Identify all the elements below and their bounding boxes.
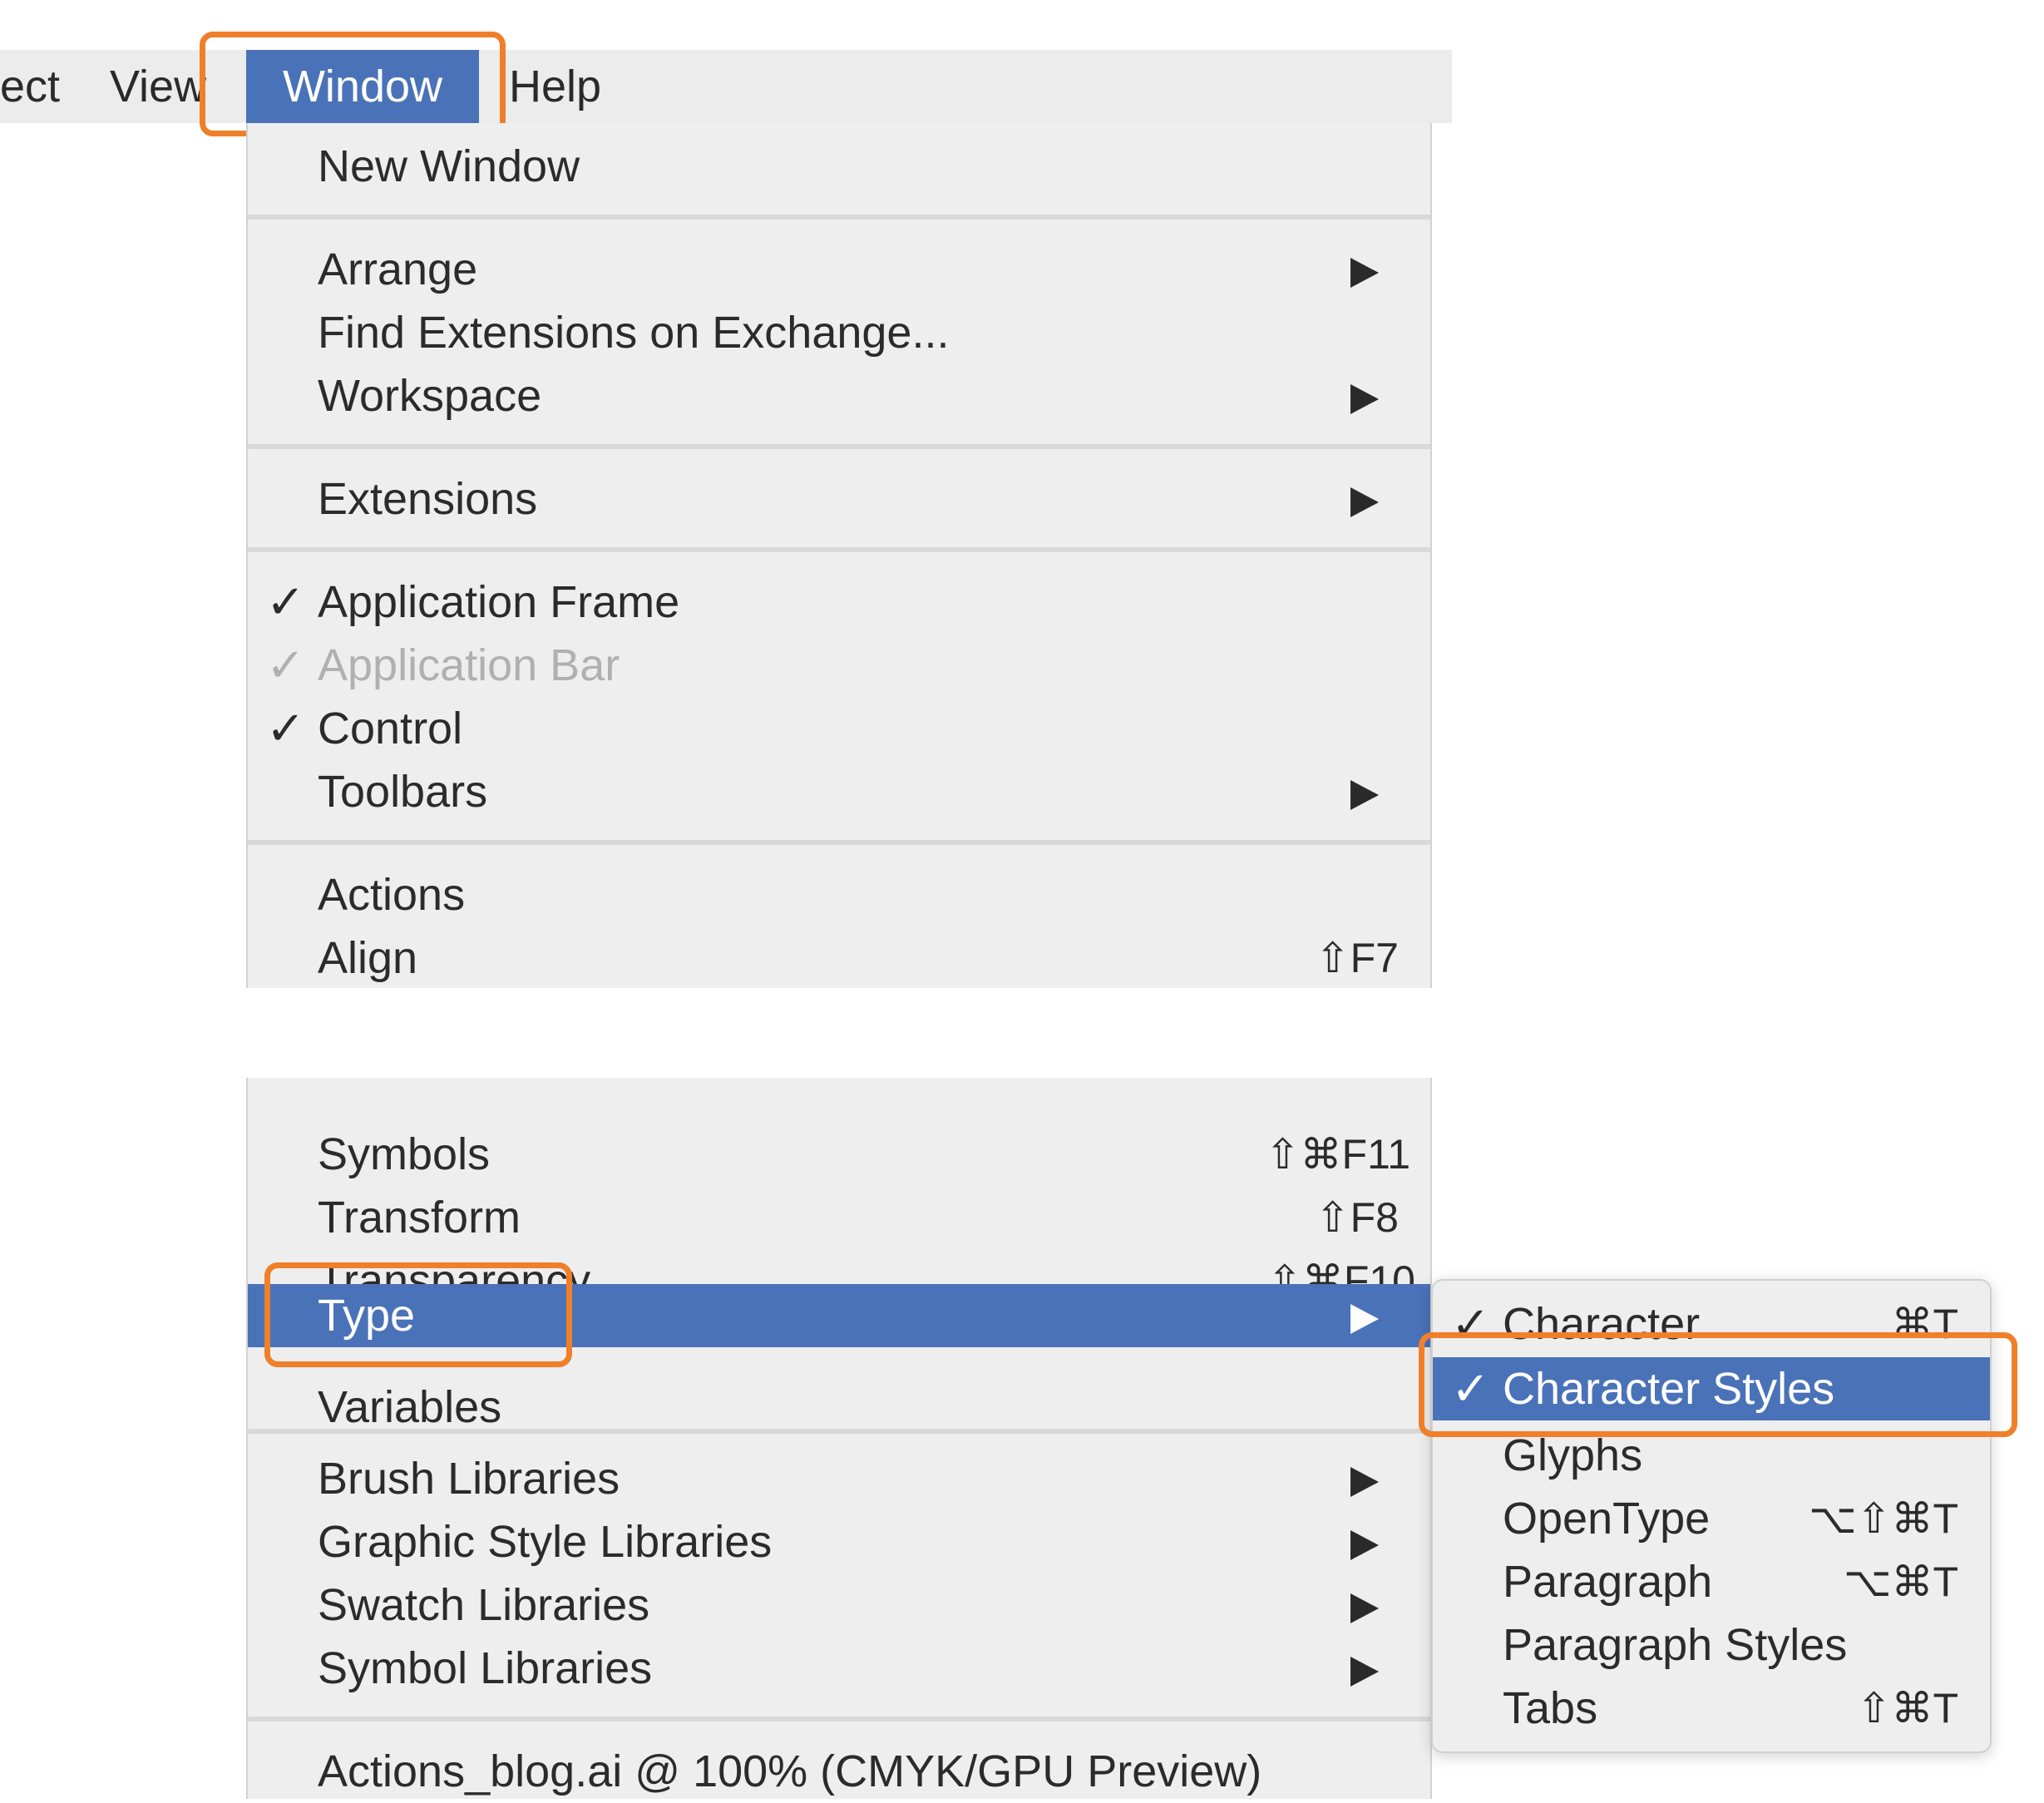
submenu-arrow-icon bbox=[1350, 1593, 1379, 1623]
shortcut-label: ⌥⌘T bbox=[1843, 1558, 1958, 1605]
shortcut-label: ⇧⌘T bbox=[1856, 1685, 1958, 1731]
submenu-arrow-icon bbox=[1350, 487, 1379, 517]
shortcut-label: ⇧F7 bbox=[1315, 935, 1399, 981]
menu-separator bbox=[248, 840, 1430, 845]
menu-item-graphic-style-libraries[interactable]: Graphic Style Libraries bbox=[248, 1510, 1430, 1573]
submenu-item-tabs[interactable]: Tabs ⇧⌘T bbox=[1433, 1677, 1990, 1740]
menu-item-control[interactable]: ✓ Control bbox=[248, 697, 1430, 760]
menu-separator bbox=[248, 1717, 1430, 1721]
menu-item-toolbars[interactable]: Toolbars bbox=[248, 760, 1430, 823]
shortcut-label: ⇧F8 bbox=[1315, 1194, 1399, 1241]
menu-item-actions[interactable]: Actions bbox=[248, 863, 1430, 926]
menu-help[interactable]: Help bbox=[491, 50, 620, 123]
submenu-arrow-icon bbox=[1350, 1530, 1379, 1560]
checkmark-icon: ✓ bbox=[266, 702, 305, 754]
character-styles-highlight bbox=[1419, 1332, 2017, 1437]
submenu-item-paragraph[interactable]: Paragraph ⌥⌘T bbox=[1433, 1550, 1990, 1613]
submenu-arrow-icon bbox=[1350, 780, 1379, 810]
menu-item-new-window[interactable]: New Window bbox=[248, 135, 1430, 198]
menu-separator bbox=[248, 444, 1430, 449]
menu-item-application-bar: ✓ Application Bar bbox=[248, 634, 1430, 697]
submenu-arrow-icon bbox=[1350, 384, 1379, 414]
submenu-arrow-icon bbox=[1350, 1304, 1379, 1334]
checkmark-icon: ✓ bbox=[266, 575, 305, 628]
shortcut-label: ⌥⇧⌘T bbox=[1808, 1495, 1958, 1542]
menu-item-open-document[interactable]: Actions_blog.ai @ 100% (CMYK/GPU Preview… bbox=[248, 1740, 1430, 1803]
menu-separator bbox=[248, 1429, 1430, 1434]
menu-item-brush-libraries[interactable]: Brush Libraries bbox=[248, 1447, 1430, 1510]
menu-item-symbol-libraries[interactable]: Symbol Libraries bbox=[248, 1637, 1430, 1700]
menu-object[interactable]: ect bbox=[0, 50, 78, 123]
shortcut-label: ⇧⌘F11 bbox=[1265, 1131, 1410, 1178]
menu-item-swatch-libraries[interactable]: Swatch Libraries bbox=[248, 1573, 1430, 1637]
submenu-item-opentype[interactable]: OpenType ⌥⇧⌘T bbox=[1433, 1487, 1990, 1550]
menu-separator bbox=[248, 547, 1430, 552]
menu-item-application-frame[interactable]: ✓ Application Frame bbox=[248, 571, 1430, 634]
menu-item-symbols[interactable]: Symbols ⇧⌘F11 bbox=[248, 1123, 1430, 1186]
menu-separator bbox=[248, 215, 1430, 220]
submenu-arrow-icon bbox=[1350, 1467, 1379, 1497]
window-menu-bottom: Symbols ⇧⌘F11 Transform ⇧F8 Transparency… bbox=[246, 1078, 1432, 1799]
menu-item-extensions[interactable]: Extensions bbox=[248, 467, 1430, 531]
submenu-arrow-icon bbox=[1350, 1657, 1379, 1687]
menu-item-transform[interactable]: Transform ⇧F8 bbox=[248, 1186, 1430, 1249]
menu-item-find-extensions[interactable]: Find Extensions on Exchange... bbox=[248, 301, 1430, 364]
checkmark-icon: ✓ bbox=[266, 639, 305, 691]
window-menu-top: New Window Arrange Find Extensions on Ex… bbox=[246, 123, 1432, 988]
type-menu-highlight bbox=[264, 1262, 572, 1367]
menu-item-align[interactable]: Align ⇧F7 bbox=[248, 926, 1430, 990]
submenu-arrow-icon bbox=[1350, 258, 1379, 288]
menu-item-workspace[interactable]: Workspace bbox=[248, 364, 1430, 427]
menu-item-arrange[interactable]: Arrange bbox=[248, 238, 1430, 301]
submenu-item-paragraph-styles[interactable]: Paragraph Styles bbox=[1433, 1613, 1990, 1677]
window-menu-highlight bbox=[200, 32, 506, 136]
